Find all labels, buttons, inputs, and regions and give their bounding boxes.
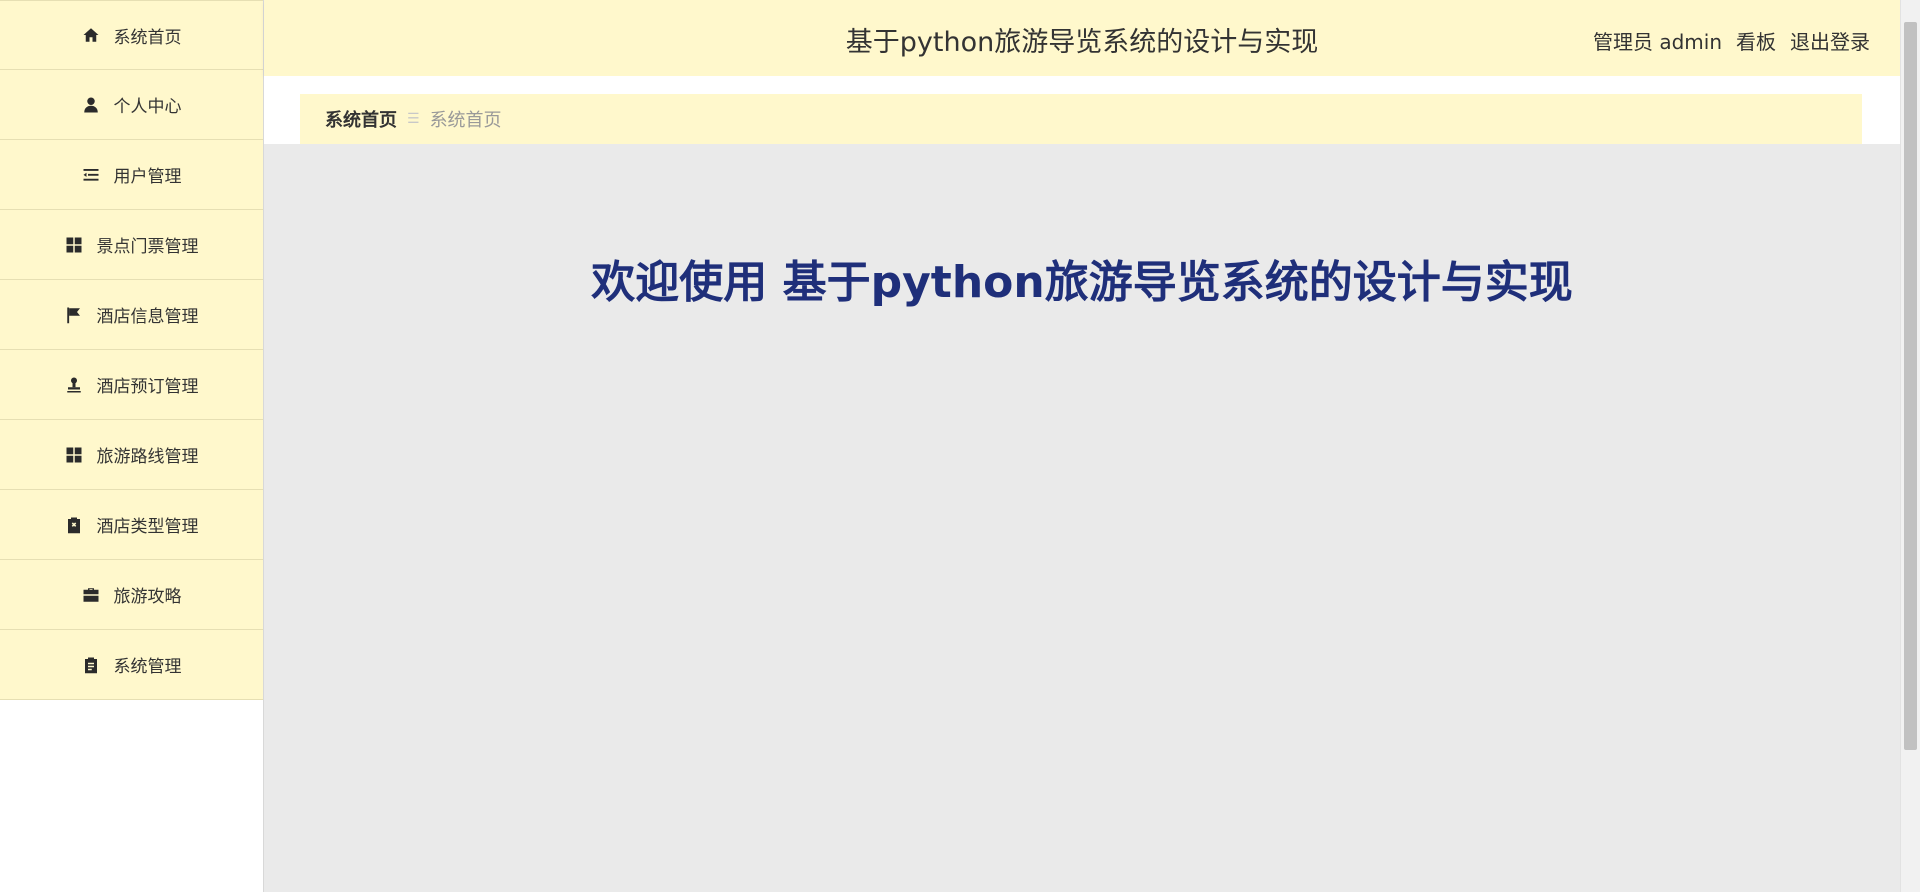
dashboard-link[interactable]: 看板 xyxy=(1736,26,1776,55)
sidebar-item-label: 景点门票管理 xyxy=(96,237,199,257)
sidebar-item-home[interactable]: 系统首页 xyxy=(0,0,263,70)
sidebar-item-label: 个人中心 xyxy=(113,97,182,117)
briefcase-icon xyxy=(82,586,100,604)
logout-link[interactable]: 退出登录 xyxy=(1790,26,1870,55)
sidebar-item-travel-guide[interactable]: 旅游攻略 xyxy=(0,560,263,630)
list-icon xyxy=(82,166,100,184)
sidebar-item-ticket-management[interactable]: 景点门票管理 xyxy=(0,210,263,280)
sidebar-menu: 系统首页 个人中心 用户管理 景点门票管理 酒店信息管理 酒店预订管理 旅游路线… xyxy=(0,0,263,700)
grid-icon xyxy=(65,236,83,254)
breadcrumb: 系统首页 ☰ 系统首页 xyxy=(300,94,1862,144)
grid-icon xyxy=(65,446,83,464)
sidebar-item-personal-center[interactable]: 个人中心 xyxy=(0,70,263,140)
sidebar-item-label: 酒店信息管理 xyxy=(96,307,199,327)
sidebar-item-label: 用户管理 xyxy=(113,167,182,187)
vertical-scrollbar[interactable] xyxy=(1900,0,1920,892)
welcome-heading: 欢迎使用 基于python旅游导览系统的设计与实现 xyxy=(591,257,1573,308)
user-icon xyxy=(82,96,100,114)
sidebar-item-label: 旅游路线管理 xyxy=(96,447,199,467)
home-icon xyxy=(82,26,100,44)
clipboard-icon xyxy=(82,656,100,674)
sidebar-item-route-management[interactable]: 旅游路线管理 xyxy=(0,420,263,490)
scrollbar-thumb[interactable] xyxy=(1904,22,1917,750)
sidebar-item-hotel-booking[interactable]: 酒店预订管理 xyxy=(0,350,263,420)
main-content: 系统首页 ☰ 系统首页 欢迎使用 基于python旅游导览系统的设计与实现 xyxy=(264,76,1900,892)
sidebar-item-label: 系统管理 xyxy=(113,657,182,677)
clipboard-x-icon xyxy=(65,516,83,534)
stamp-icon xyxy=(65,376,83,394)
sidebar-item-label: 系统首页 xyxy=(113,27,182,48)
breadcrumb-current: 系统首页 xyxy=(429,110,502,131)
sidebar-item-hotel-type[interactable]: 酒店类型管理 xyxy=(0,490,263,560)
flag-icon xyxy=(65,306,83,324)
header-user-area: 管理员 admin 看板 退出登录 xyxy=(1593,26,1870,55)
sidebar-item-system-management[interactable]: 系统管理 xyxy=(0,630,263,700)
sidebar-item-label: 酒店类型管理 xyxy=(96,517,199,537)
breadcrumb-separator-icon: ☰ xyxy=(407,111,420,127)
sidebar-item-user-management[interactable]: 用户管理 xyxy=(0,140,263,210)
sidebar: 系统首页 个人中心 用户管理 景点门票管理 酒店信息管理 酒店预订管理 旅游路线… xyxy=(0,0,264,892)
top-header: 基于python旅游导览系统的设计与实现 管理员 admin 看板 退出登录 xyxy=(264,0,1900,76)
breadcrumb-container: 系统首页 ☰ 系统首页 xyxy=(264,76,1900,144)
sidebar-item-label: 旅游攻略 xyxy=(113,587,182,607)
sidebar-item-label: 酒店预订管理 xyxy=(96,377,199,397)
breadcrumb-home-link[interactable]: 系统首页 xyxy=(325,106,397,132)
sidebar-item-hotel-info[interactable]: 酒店信息管理 xyxy=(0,280,263,350)
app-window: 系统首页 个人中心 用户管理 景点门票管理 酒店信息管理 酒店预订管理 旅游路线… xyxy=(0,0,1920,892)
current-user-label: 管理员 admin xyxy=(1592,30,1722,54)
